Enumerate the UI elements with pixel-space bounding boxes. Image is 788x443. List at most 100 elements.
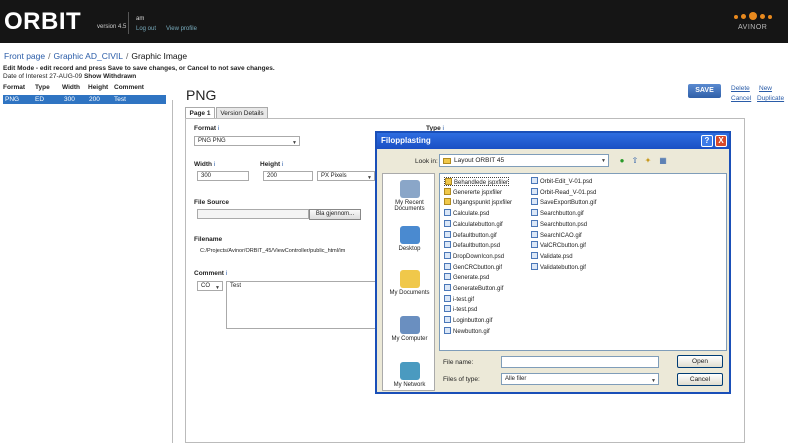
header-divider bbox=[128, 12, 129, 34]
places-bar: My Recent Documents Desktop My Documents… bbox=[382, 173, 435, 391]
look-in-select[interactable]: Layout ORBIT 45 ▼ bbox=[439, 154, 609, 167]
file-item[interactable]: Defaultbutton.psd bbox=[444, 241, 500, 250]
file-item[interactable]: Calculatebutton.gif bbox=[444, 219, 503, 229]
file-name: Utgangspunkt jspxfiler bbox=[453, 200, 513, 207]
file-item[interactable]: Orbit-Read_V-01.psd bbox=[531, 187, 596, 197]
width-input[interactable]: 300 bbox=[197, 171, 249, 181]
comment-textarea[interactable]: Test bbox=[226, 281, 376, 329]
breadcrumb-graphic[interactable]: Graphic AD_CIVIL bbox=[54, 51, 123, 61]
comment-language-select[interactable]: CO ▼ bbox=[197, 281, 223, 291]
height-input[interactable]: 200 bbox=[263, 171, 313, 181]
files-of-type-label: Files of type: bbox=[443, 376, 480, 383]
new-link[interactable]: New bbox=[759, 85, 772, 92]
view-profile-link[interactable]: View profile bbox=[166, 26, 197, 32]
file-name: GenerateButton.gif bbox=[453, 286, 504, 292]
file-item[interactable]: Calculate.psd bbox=[444, 209, 489, 218]
file-item[interactable]: Orbit-Edit_V-01.psd bbox=[531, 177, 592, 186]
file-name: SearchICAO.gif bbox=[540, 232, 582, 239]
help-button[interactable]: ? bbox=[701, 135, 713, 147]
format-label: Format i bbox=[194, 125, 220, 132]
duplicate-link[interactable]: Duplicate bbox=[757, 95, 784, 102]
chevron-down-icon: ▼ bbox=[651, 378, 656, 384]
file-item[interactable]: GenerateButton.gif bbox=[444, 284, 503, 293]
logout-link[interactable]: Log out bbox=[136, 26, 156, 32]
file-icon bbox=[444, 284, 451, 291]
file-icon bbox=[531, 251, 538, 259]
file-item[interactable]: Newbutton.gif bbox=[444, 326, 490, 336]
save-button[interactable]: SAVE bbox=[688, 84, 721, 98]
dialog-cancel-button[interactable]: Cancel bbox=[677, 373, 723, 386]
tab-page-1[interactable]: Page 1 bbox=[185, 107, 215, 118]
cancel-link[interactable]: Cancel bbox=[731, 95, 751, 102]
place-desktop[interactable]: Desktop bbox=[383, 226, 436, 252]
breadcrumb-front-page[interactable]: Front page bbox=[4, 51, 45, 61]
height-label: Height i bbox=[260, 161, 284, 168]
file-item[interactable]: Behandlede jspxfiler bbox=[444, 177, 510, 186]
table-row[interactable]: PNG ED 300 200 Test bbox=[3, 95, 166, 104]
height-info-icon[interactable]: i bbox=[282, 161, 283, 168]
my-documents-icon bbox=[399, 270, 420, 288]
file-item[interactable]: Genererte jspxfiler bbox=[444, 187, 503, 197]
doi-value[interactable]: 27-AUG-09 bbox=[49, 73, 82, 80]
file-icon bbox=[444, 316, 451, 324]
file-item[interactable]: SearchICAO.gif bbox=[531, 230, 582, 240]
file-item[interactable]: ValCRCbutton.gif bbox=[531, 241, 586, 250]
file-item[interactable]: Validate.psd bbox=[531, 251, 573, 261]
file-icon bbox=[531, 230, 538, 238]
avinor-brand: AVINOR bbox=[738, 24, 768, 31]
browse-button[interactable]: Bla gjennom... bbox=[309, 209, 361, 220]
view-menu-icon[interactable]: ▦ bbox=[658, 156, 668, 166]
width-info-icon[interactable]: i bbox=[214, 161, 215, 168]
file-item[interactable]: Utgangspunkt jspxfiler bbox=[444, 198, 512, 207]
files-of-type-select[interactable]: Alle filer ▼ bbox=[501, 373, 659, 385]
file-item[interactable]: i-test.gif bbox=[444, 294, 474, 304]
show-withdrawn-toggle[interactable]: Show Withdrawn bbox=[84, 73, 136, 80]
file-name: Orbit-Edit_V-01.psd bbox=[540, 179, 593, 185]
file-source-input[interactable] bbox=[197, 209, 309, 219]
file-item[interactable]: Validatebutton.gif bbox=[531, 262, 586, 272]
user-name: am bbox=[136, 16, 145, 22]
file-name: Loginbutton.gif bbox=[453, 318, 493, 325]
file-name: Genererte jspxfiler bbox=[453, 189, 503, 196]
format-info-icon[interactable]: i bbox=[218, 125, 219, 132]
orbit-logo: ORBIT bbox=[4, 8, 82, 35]
comment-info-icon[interactable]: i bbox=[226, 270, 227, 277]
panel-divider bbox=[172, 100, 173, 443]
file-icon bbox=[531, 241, 538, 249]
file-name: Defaultbutton.psd bbox=[453, 243, 501, 250]
delete-link[interactable]: Delete bbox=[731, 85, 750, 92]
breadcrumb: Front page / Graphic AD_CIVIL / Graphic Imag… bbox=[4, 51, 188, 61]
unit-select[interactable]: PX Pixels ▼ bbox=[317, 171, 375, 181]
file-item[interactable]: SaveExportButton.gif bbox=[531, 198, 596, 207]
tab-version-details[interactable]: Version Details bbox=[216, 107, 268, 118]
file-item[interactable]: GenCRCbutton.gif bbox=[444, 262, 503, 272]
filename-value: C:/Projects/Avinor/ORBIT_45/ViewControll… bbox=[200, 248, 346, 254]
up-folder-icon[interactable]: ⇧ bbox=[630, 156, 640, 166]
format-select[interactable]: PNG PNG ▼ bbox=[194, 136, 300, 146]
file-name-input[interactable] bbox=[501, 356, 659, 368]
place-recent-documents[interactable]: My Recent Documents bbox=[383, 180, 436, 212]
place-my-network[interactable]: My Network bbox=[383, 362, 436, 388]
place-my-documents[interactable]: My Documents bbox=[383, 270, 436, 296]
file-name: GenCRCbutton.gif bbox=[453, 264, 503, 271]
file-name: Validatebutton.gif bbox=[540, 264, 586, 271]
file-item[interactable]: DropDownIcon.psd bbox=[444, 251, 504, 261]
file-item[interactable]: Generate.psd bbox=[444, 273, 489, 282]
col-comment: Comment bbox=[114, 84, 144, 91]
file-name: Generate.psd bbox=[453, 275, 490, 282]
new-folder-icon[interactable]: ✦ bbox=[643, 156, 653, 166]
filename-label: Filename bbox=[194, 236, 223, 243]
file-item[interactable]: Searchbutton.psd bbox=[531, 219, 587, 229]
file-icon bbox=[444, 219, 451, 227]
back-icon[interactable]: ● bbox=[617, 156, 627, 166]
file-name: Calculatebutton.gif bbox=[453, 221, 503, 228]
file-item[interactable]: i-test.psd bbox=[444, 305, 477, 314]
file-item[interactable]: Searchbutton.gif bbox=[531, 209, 584, 218]
close-button[interactable]: X bbox=[715, 135, 727, 147]
open-button[interactable]: Open bbox=[677, 355, 723, 368]
file-item[interactable]: Defaultbutton.gif bbox=[444, 230, 497, 240]
place-my-computer[interactable]: My Computer bbox=[383, 316, 436, 342]
file-item[interactable]: Loginbutton.gif bbox=[444, 316, 492, 325]
version-label: version 4.5 bbox=[97, 24, 127, 30]
file-name: ValCRCbutton.gif bbox=[540, 243, 586, 250]
